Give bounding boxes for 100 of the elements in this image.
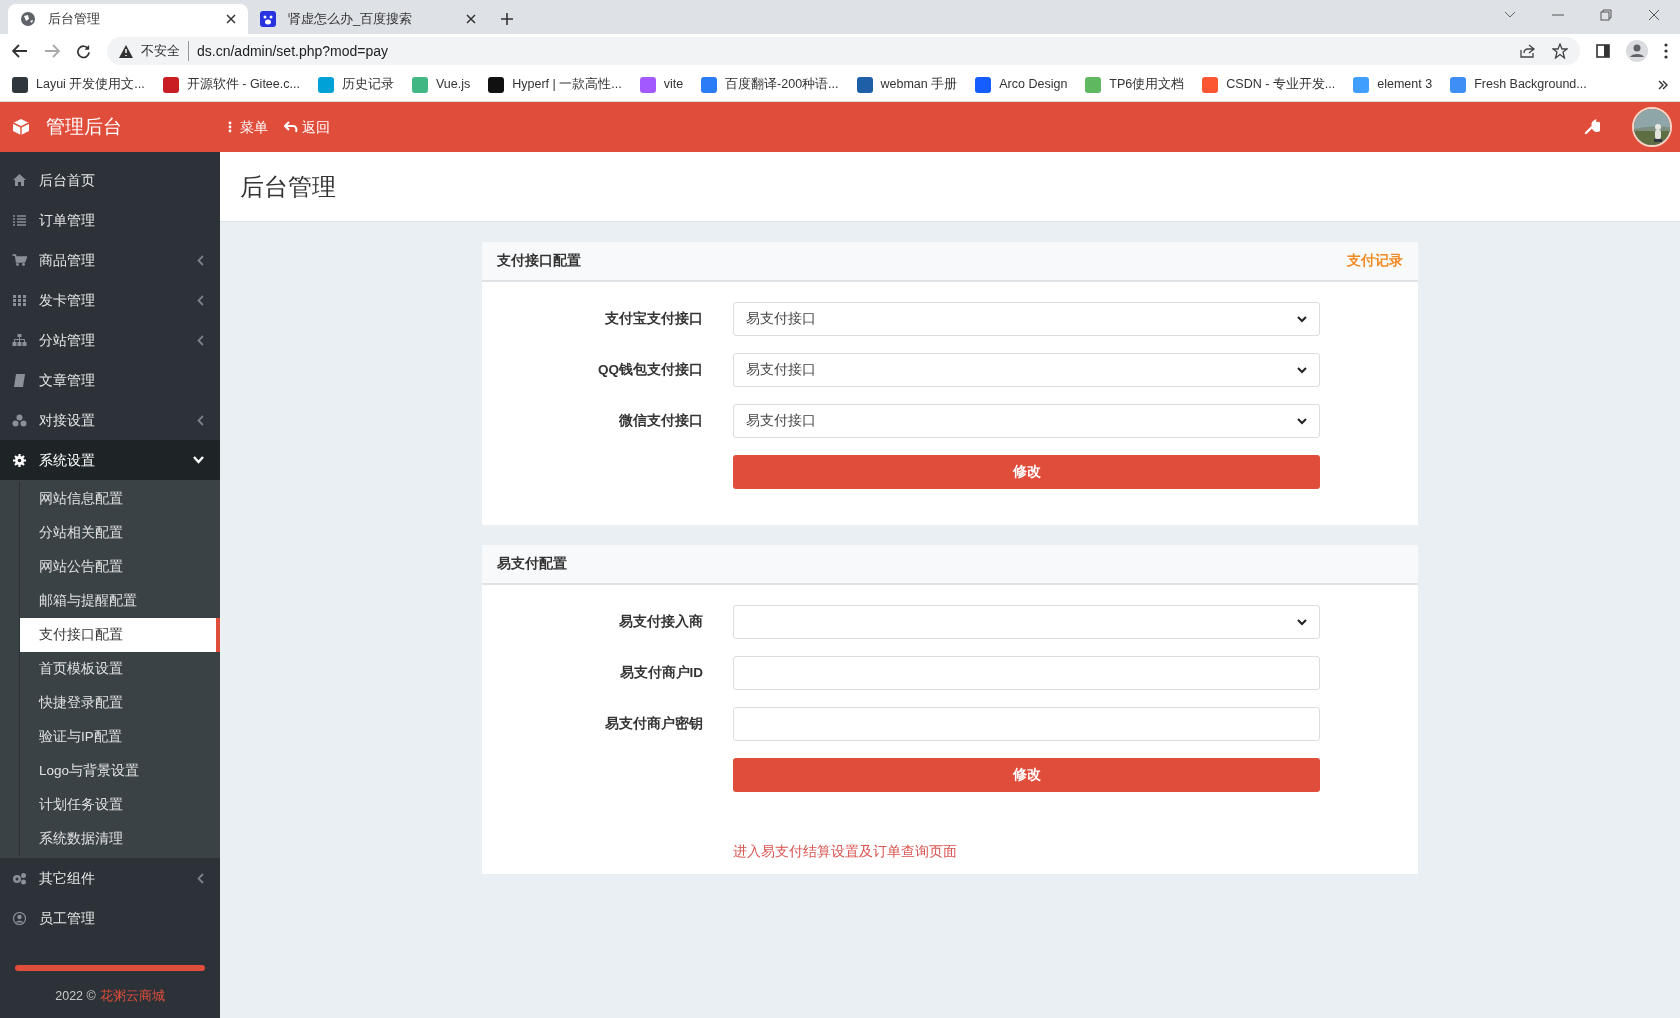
overflow-icon[interactable]: [1658, 79, 1668, 90]
submenu-item[interactable]: 支付接口配置: [20, 618, 220, 652]
chevron-down-icon: [193, 456, 204, 464]
side-panel-icon[interactable]: [1596, 44, 1610, 58]
sitemap-icon: [12, 334, 27, 346]
submenu-item[interactable]: 邮箱与提醒配置: [20, 584, 220, 618]
cart-icon: [12, 254, 27, 266]
panel-title: 支付接口配置: [497, 251, 581, 270]
browser-tab[interactable]: 后台管理: [8, 4, 248, 34]
profile-icon[interactable]: [1626, 40, 1648, 62]
more-icon[interactable]: [1664, 43, 1668, 59]
chevron-left-icon: [197, 294, 204, 306]
chevron-down-icon[interactable]: [1504, 11, 1516, 19]
submit-button[interactable]: 修改: [733, 758, 1320, 792]
field-label: 易支付商户密钥: [604, 714, 704, 733]
dropdown[interactable]: 易支付接口: [733, 353, 1320, 387]
chevron-left-icon: [197, 872, 204, 884]
field-label: 支付宝支付接口: [604, 309, 704, 328]
chevron-left-icon: [197, 414, 204, 426]
sidebar-item[interactable]: 文章管理: [0, 360, 220, 400]
bookmark[interactable]: vite: [639, 75, 684, 94]
bookmark[interactable]: Hyperf | 一款高性...: [488, 75, 622, 94]
bookmark[interactable]: Fresh Background...: [1450, 75, 1587, 94]
submenu-item[interactable]: 系统数据清理: [20, 822, 220, 856]
paw-icon: [260, 11, 276, 27]
bookmark[interactable]: element 3: [1353, 75, 1433, 94]
globe-icon: [20, 11, 36, 27]
book-icon: [12, 373, 27, 387]
sidebar-item[interactable]: 其它组件: [0, 858, 220, 898]
input-field[interactable]: [733, 656, 1320, 690]
copyright-text: 2022 ©: [55, 988, 96, 1006]
list-icon: [12, 214, 27, 226]
submenu-item[interactable]: 计划任务设置: [20, 788, 220, 822]
sidebar-item[interactable]: 对接设置: [0, 400, 220, 440]
sidebar-item[interactable]: 发卡管理: [0, 280, 220, 320]
sidebar-item[interactable]: 商品管理: [0, 240, 220, 280]
grid-icon: [12, 294, 27, 306]
page-title: 后台管理: [240, 171, 336, 202]
submenu-item[interactable]: 快捷登录配置: [20, 686, 220, 720]
submenu-item[interactable]: 首页模板设置: [20, 652, 220, 686]
back-button[interactable]: 返回: [284, 116, 330, 138]
gear-icon: [12, 453, 27, 467]
bookmark[interactable]: 开源软件 - Gitee.c...: [162, 75, 300, 94]
sidebar-item[interactable]: 后台首页: [0, 160, 220, 200]
home-icon: [12, 174, 27, 186]
chevron-down-icon: [1297, 417, 1307, 425]
field-label: 易支付商户ID: [618, 663, 704, 682]
panel-title: 易支付配置: [497, 554, 567, 573]
bookmark[interactable]: webman 手册: [856, 75, 958, 94]
sidebar-item[interactable]: 员工管理: [0, 898, 220, 938]
field-label: 易支付接入商: [618, 612, 704, 631]
sidebar-item[interactable]: 系统设置: [0, 440, 220, 480]
bookmark[interactable]: 历史记录: [317, 75, 394, 94]
submenu-item[interactable]: 验证与IP配置: [20, 720, 220, 754]
bookmark[interactable]: TP6使用文档: [1085, 75, 1185, 94]
close-icon[interactable]: [466, 14, 476, 24]
close-icon[interactable]: [1648, 9, 1660, 21]
browser-tab[interactable]: 肾虚怎么办_百度搜索: [248, 4, 488, 34]
close-icon[interactable]: [226, 14, 236, 24]
submenu-item[interactable]: Logo与背景设置: [20, 754, 220, 788]
chevron-down-icon: [1297, 315, 1307, 323]
settlement-link[interactable]: 进入易支付结算设置及订单查询页面: [733, 842, 957, 863]
sidebar-item[interactable]: 订单管理: [0, 200, 220, 240]
submenu-item[interactable]: 网站信息配置: [20, 482, 220, 516]
security-label: 不安全: [141, 41, 189, 61]
star-icon[interactable]: [1552, 43, 1568, 59]
cubes-icon: [12, 413, 27, 427]
bookmark[interactable]: Vue.js: [411, 75, 471, 94]
wrench-icon[interactable]: [1584, 119, 1600, 135]
chevron-left-icon: [197, 254, 204, 266]
bookmark[interactable]: Arco Design: [975, 75, 1068, 94]
cube-icon: [12, 118, 30, 136]
plus-icon[interactable]: [500, 12, 514, 26]
bookmark[interactable]: Layui 开发使用文...: [12, 75, 145, 94]
dropdown[interactable]: 易支付接口: [733, 302, 1320, 336]
submenu-item[interactable]: 分站相关配置: [20, 516, 220, 550]
dropdown[interactable]: 易支付接口: [733, 404, 1320, 438]
url-text: ds.cn/admin/set.php?mod=pay: [197, 41, 389, 61]
share-icon[interactable]: [1520, 44, 1536, 58]
warning-icon[interactable]: [119, 44, 133, 58]
back-icon[interactable]: [12, 44, 28, 58]
reply-icon: [284, 121, 298, 133]
bookmark[interactable]: 百度翻译-200种语...: [701, 75, 839, 94]
restore-icon[interactable]: [1600, 9, 1612, 21]
reload-icon[interactable]: [76, 43, 91, 59]
chevron-down-icon: [1297, 366, 1307, 374]
submit-button[interactable]: 修改: [733, 455, 1320, 489]
submenu-item[interactable]: 网站公告配置: [20, 550, 220, 584]
bookmark[interactable]: CSDN - 专业开发...: [1202, 75, 1336, 94]
app-brand: 管理后台: [46, 114, 122, 139]
field-label: QQ钱包支付接口: [597, 360, 704, 379]
chevron-left-icon: [197, 334, 204, 346]
menu-button[interactable]: 菜单: [228, 116, 268, 138]
menu-icon: [228, 121, 232, 133]
gears-icon: [12, 871, 27, 885]
field-label: 微信支付接口: [618, 411, 704, 430]
input-field[interactable]: [733, 707, 1320, 741]
tab-title: 肾虚怎么办_百度搜索: [288, 10, 414, 29]
sidebar-item[interactable]: 分站管理: [0, 320, 220, 360]
user-icon: [12, 911, 27, 925]
